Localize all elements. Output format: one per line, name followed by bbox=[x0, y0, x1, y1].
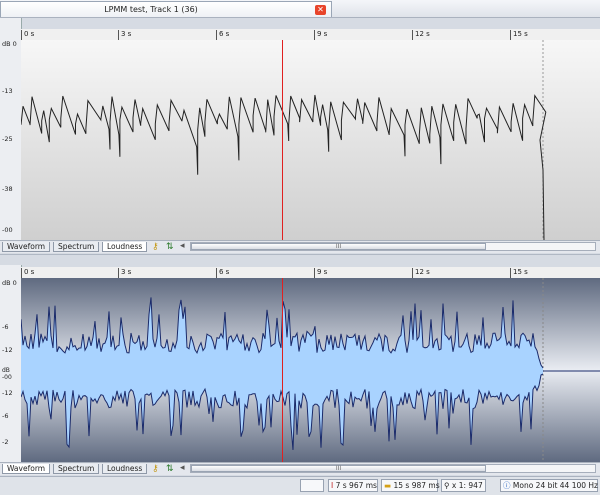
scroll-thumb[interactable]: III bbox=[191, 243, 486, 250]
y-label: -12 bbox=[2, 346, 13, 354]
cursor-marker-icon: Ⅰ bbox=[331, 481, 334, 490]
y-label: -2 bbox=[2, 438, 9, 446]
document-title: LPMM test, Track 1 (36) bbox=[104, 5, 198, 14]
sync-arrows-icon[interactable]: ⇅ bbox=[166, 242, 174, 252]
ruler-label: 0 s bbox=[24, 268, 35, 276]
ruler-label: 3 s bbox=[121, 268, 132, 276]
loudness-view-tabs-bar: Waveform Spectrum Loudness ⚷ ⇅ ◂ III bbox=[0, 240, 600, 253]
key-icon[interactable]: ⚷ bbox=[152, 464, 159, 474]
y-label: -00 bbox=[2, 226, 13, 234]
status-empty-field bbox=[300, 479, 324, 492]
y-label: dB 0 bbox=[2, 279, 17, 287]
waveform-y-axis: dB 0 -6 -12 dB -00 -12 -6 -2 bbox=[0, 265, 22, 462]
ruler-label: 9 s bbox=[317, 268, 328, 276]
horizontal-scrollbar[interactable]: III bbox=[190, 464, 596, 473]
tab-waveform[interactable]: Waveform bbox=[2, 464, 51, 474]
ruler-label: 15 s bbox=[513, 268, 528, 276]
playback-cursor[interactable] bbox=[282, 40, 283, 240]
ruler-label: 6 s bbox=[219, 268, 230, 276]
y-label: -38 bbox=[2, 185, 13, 193]
waveform-pane: dB 0 -6 -12 dB -00 -12 -6 -2 0 s 3 s 6 s… bbox=[0, 265, 600, 476]
tab-spectrum[interactable]: Spectrum bbox=[53, 242, 100, 252]
tab-waveform[interactable]: Waveform bbox=[2, 242, 51, 252]
tab-loudness[interactable]: Loudness bbox=[102, 242, 148, 252]
y-label: -6 bbox=[2, 412, 9, 420]
waveform-view-tabs-bar: Waveform Spectrum Loudness ⚷ ⇅ ◂ III bbox=[0, 462, 600, 475]
ruler-label: 12 s bbox=[415, 268, 430, 276]
y-label: dB 0 bbox=[2, 40, 17, 48]
cursor-position: 7 s 967 ms bbox=[335, 481, 377, 490]
y-label: -12 bbox=[2, 389, 13, 397]
magnifier-icon: ⚲ bbox=[444, 481, 450, 490]
y-label: dB -00 bbox=[2, 367, 12, 381]
zoom-level: x 1: 947 bbox=[451, 481, 483, 490]
waveform-graph[interactable] bbox=[21, 278, 600, 462]
document-tab-bar: LPMM test, Track 1 (36) ✕ bbox=[0, 0, 600, 18]
tab-loudness[interactable]: Loudness bbox=[102, 464, 148, 474]
close-tab-button[interactable]: ✕ bbox=[315, 5, 326, 15]
playback-cursor[interactable] bbox=[282, 278, 283, 462]
duration-field[interactable]: ▬ 15 s 987 ms bbox=[381, 479, 440, 492]
ruler-label: 15 s bbox=[513, 30, 528, 38]
y-label: -13 bbox=[2, 87, 13, 95]
horizontal-scrollbar[interactable]: III bbox=[190, 242, 596, 251]
zoom-field[interactable]: ⚲ x 1: 947 bbox=[441, 479, 486, 492]
ruler-label: 12 s bbox=[415, 30, 430, 38]
duration-icon: ▬ bbox=[384, 481, 392, 490]
loudness-pane: dB 0 -13 -25 -38 -00 0 s 3 s 6 s 9 s 12 … bbox=[0, 18, 600, 254]
ruler-label: 9 s bbox=[317, 30, 328, 38]
key-icon[interactable]: ⚷ bbox=[152, 242, 159, 252]
duration: 15 s 987 ms bbox=[393, 481, 440, 490]
scroll-left-icon[interactable]: ◂ bbox=[180, 463, 185, 473]
audio-format: Mono 24 bit 44 100 Hz bbox=[512, 481, 598, 490]
document-tab[interactable]: LPMM test, Track 1 (36) ✕ bbox=[0, 1, 332, 17]
audio-format-field[interactable]: ⓘ Mono 24 bit 44 100 Hz bbox=[500, 479, 598, 492]
scroll-thumb[interactable]: III bbox=[191, 465, 486, 472]
y-label: -6 bbox=[2, 323, 9, 331]
loudness-graph[interactable] bbox=[21, 40, 600, 240]
ruler-label: 0 s bbox=[24, 30, 35, 38]
cursor-position-field[interactable]: Ⅰ 7 s 967 ms bbox=[328, 479, 378, 492]
tab-spectrum[interactable]: Spectrum bbox=[53, 464, 100, 474]
loudness-y-axis: dB 0 -13 -25 -38 -00 bbox=[0, 18, 22, 240]
info-icon: ⓘ bbox=[503, 481, 511, 490]
status-bar: Ⅰ 7 s 967 ms ▬ 15 s 987 ms ⚲ x 1: 947 ⓘ … bbox=[0, 476, 600, 495]
y-label: -25 bbox=[2, 135, 13, 143]
scroll-left-icon[interactable]: ◂ bbox=[180, 241, 185, 251]
ruler-label: 3 s bbox=[121, 30, 132, 38]
ruler-label: 6 s bbox=[219, 30, 230, 38]
sync-arrows-icon[interactable]: ⇅ bbox=[166, 464, 174, 474]
